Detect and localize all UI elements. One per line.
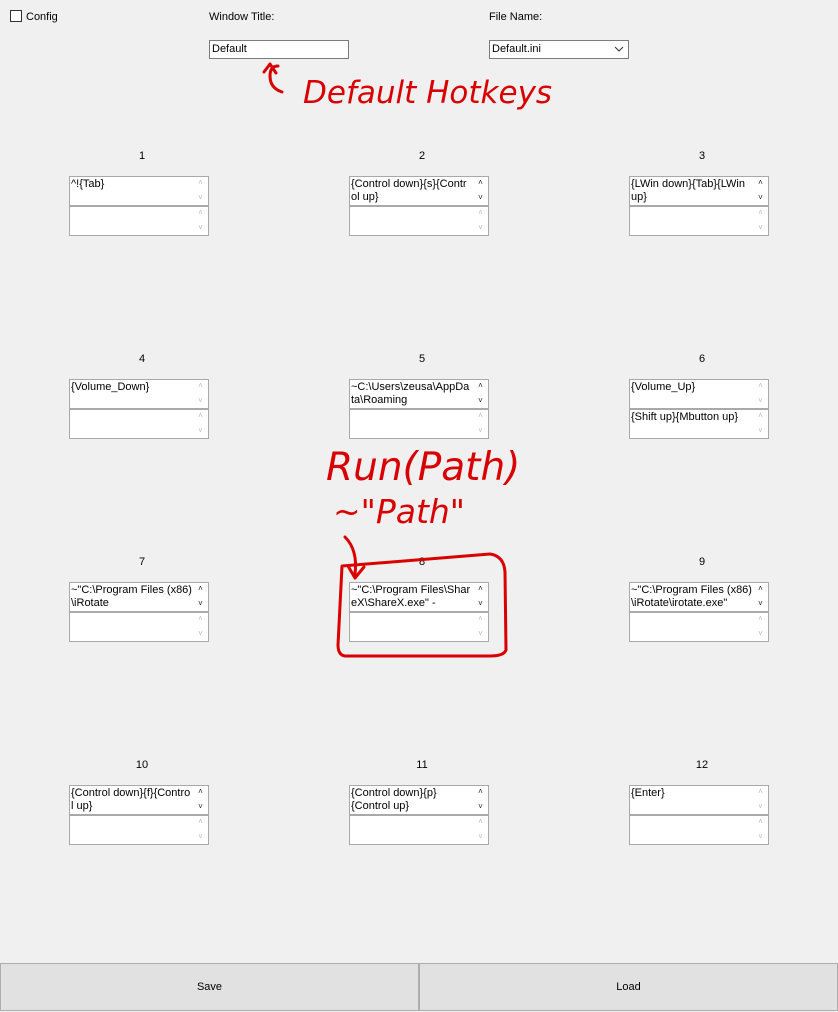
annotation-arrow-curve <box>268 64 284 94</box>
annotation-tilde-path: ~"Path" <box>333 492 465 531</box>
annotation-default-hotkeys: Default Hotkeys <box>303 75 552 111</box>
handwritten-annotations: Default Hotkeys Run(Path) ~"Path" <box>262 62 552 658</box>
annotation-run-path: Run(Path) <box>326 445 520 490</box>
